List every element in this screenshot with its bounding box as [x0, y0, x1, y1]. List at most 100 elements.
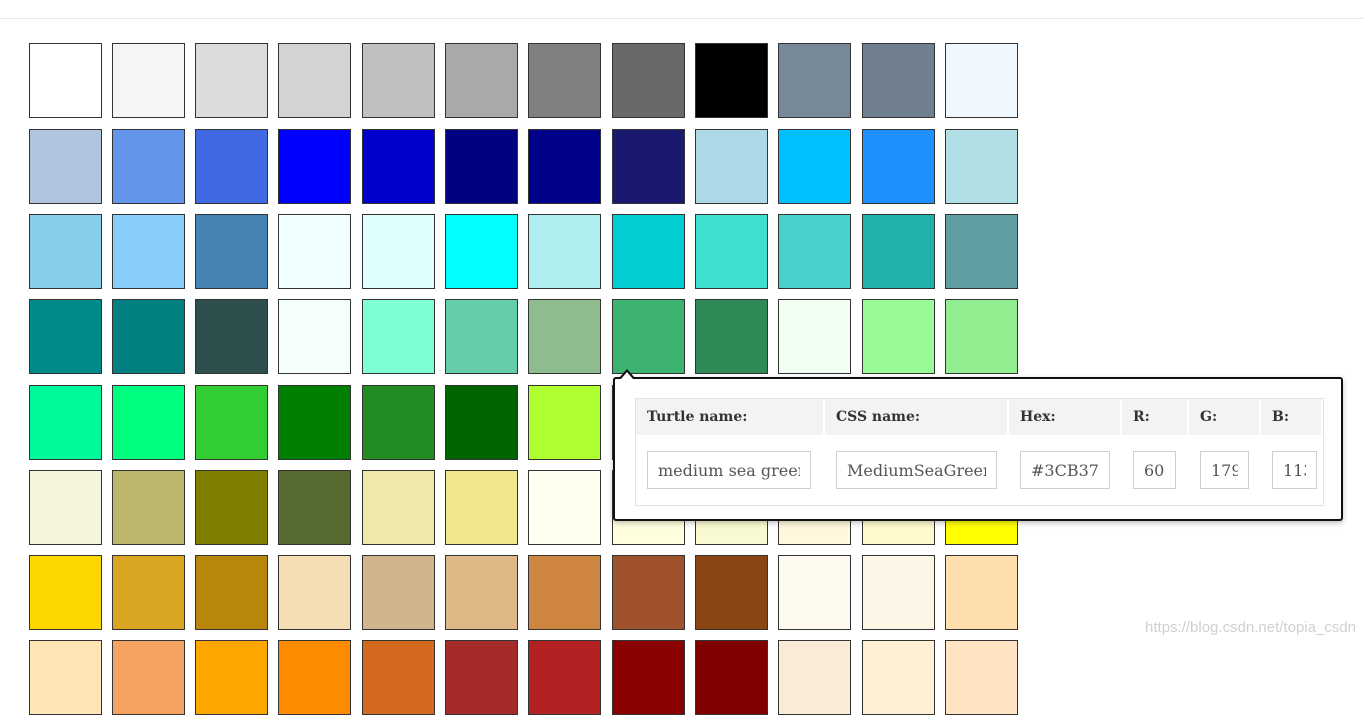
color-swatch[interactable]: [195, 214, 268, 289]
color-swatch[interactable]: [528, 214, 601, 289]
color-swatch[interactable]: [528, 385, 601, 460]
color-swatch[interactable]: [612, 214, 685, 289]
color-swatch[interactable]: [112, 385, 185, 460]
color-swatch[interactable]: [445, 214, 518, 289]
color-swatch[interactable]: [29, 214, 102, 289]
color-swatch[interactable]: [945, 43, 1018, 118]
color-swatch[interactable]: [612, 129, 685, 204]
color-swatch[interactable]: [195, 43, 268, 118]
color-swatch[interactable]: [612, 43, 685, 118]
color-swatch[interactable]: [112, 129, 185, 204]
color-swatch[interactable]: [695, 299, 768, 374]
css-name-field[interactable]: [836, 451, 997, 489]
color-swatch[interactable]: [528, 299, 601, 374]
color-swatch[interactable]: [945, 640, 1018, 715]
color-swatch[interactable]: [278, 214, 351, 289]
color-swatch[interactable]: [29, 299, 102, 374]
color-swatch[interactable]: [695, 214, 768, 289]
color-swatch[interactable]: [612, 640, 685, 715]
color-swatch[interactable]: [278, 43, 351, 118]
color-swatch[interactable]: [945, 214, 1018, 289]
color-swatch[interactable]: [445, 385, 518, 460]
color-swatch[interactable]: [528, 470, 601, 545]
color-swatch[interactable]: [362, 299, 435, 374]
hex-field[interactable]: [1020, 451, 1110, 489]
color-swatch[interactable]: [29, 470, 102, 545]
color-swatch[interactable]: [362, 470, 435, 545]
turtle-name-header: Turtle name:: [636, 399, 825, 435]
color-swatch[interactable]: [362, 640, 435, 715]
color-swatch[interactable]: [445, 43, 518, 118]
color-swatch[interactable]: [862, 299, 935, 374]
turtle-name-cell: [636, 435, 825, 505]
color-swatch[interactable]: [195, 129, 268, 204]
color-swatch[interactable]: [445, 555, 518, 630]
b-field[interactable]: [1272, 451, 1317, 489]
color-swatch[interactable]: [778, 214, 851, 289]
color-swatch[interactable]: [362, 129, 435, 204]
color-swatch[interactable]: [528, 555, 601, 630]
color-swatch[interactable]: [112, 640, 185, 715]
color-swatch[interactable]: [445, 640, 518, 715]
color-swatch[interactable]: [612, 555, 685, 630]
color-swatch[interactable]: [778, 640, 851, 715]
color-swatch[interactable]: [528, 640, 601, 715]
color-swatch[interactable]: [778, 299, 851, 374]
color-swatch[interactable]: [862, 43, 935, 118]
color-swatch[interactable]: [945, 555, 1018, 630]
color-swatch[interactable]: [695, 129, 768, 204]
color-swatch[interactable]: [195, 555, 268, 630]
color-swatch[interactable]: [778, 555, 851, 630]
color-swatch[interactable]: [445, 470, 518, 545]
color-swatch[interactable]: [29, 640, 102, 715]
color-swatch-grid: [0, 0, 1364, 715]
r-field[interactable]: [1133, 451, 1176, 489]
color-swatch[interactable]: [612, 299, 685, 374]
color-swatch[interactable]: [195, 640, 268, 715]
color-swatch[interactable]: [29, 129, 102, 204]
color-swatch[interactable]: [195, 470, 268, 545]
color-swatch[interactable]: [362, 555, 435, 630]
color-swatch[interactable]: [112, 470, 185, 545]
color-swatch[interactable]: [112, 555, 185, 630]
color-swatch[interactable]: [695, 43, 768, 118]
color-swatch[interactable]: [278, 299, 351, 374]
color-swatch[interactable]: [278, 555, 351, 630]
color-swatch[interactable]: [362, 385, 435, 460]
turtle-name-field[interactable]: [647, 451, 811, 489]
color-swatch[interactable]: [695, 640, 768, 715]
color-swatch[interactable]: [695, 555, 768, 630]
color-swatch[interactable]: [362, 43, 435, 118]
color-swatch[interactable]: [112, 299, 185, 374]
color-swatch[interactable]: [778, 43, 851, 118]
color-swatch[interactable]: [195, 385, 268, 460]
color-swatch[interactable]: [862, 555, 935, 630]
color-swatch[interactable]: [112, 214, 185, 289]
color-swatch[interactable]: [528, 43, 601, 118]
color-swatch[interactable]: [29, 385, 102, 460]
hex-header: Hex:: [1009, 399, 1122, 435]
color-swatch[interactable]: [29, 43, 102, 118]
color-swatch[interactable]: [278, 640, 351, 715]
g-field[interactable]: [1200, 451, 1249, 489]
color-swatch[interactable]: [195, 299, 268, 374]
popup-pointer-fill: [621, 372, 633, 379]
b-header: B:: [1261, 399, 1323, 435]
color-swatch[interactable]: [945, 299, 1018, 374]
color-swatch[interactable]: [278, 385, 351, 460]
color-swatch[interactable]: [445, 129, 518, 204]
color-swatch[interactable]: [445, 299, 518, 374]
color-swatch[interactable]: [862, 129, 935, 204]
color-swatch[interactable]: [112, 43, 185, 118]
color-swatch[interactable]: [778, 129, 851, 204]
color-swatch[interactable]: [278, 470, 351, 545]
g-header: G:: [1189, 399, 1261, 435]
color-swatch[interactable]: [528, 129, 601, 204]
color-swatch[interactable]: [862, 640, 935, 715]
color-swatch[interactable]: [362, 214, 435, 289]
color-swatch[interactable]: [862, 214, 935, 289]
color-swatch[interactable]: [29, 555, 102, 630]
table-header-row: Turtle name: CSS name: Hex: R: G: B:: [636, 399, 1323, 435]
color-swatch[interactable]: [278, 129, 351, 204]
color-swatch[interactable]: [945, 129, 1018, 204]
